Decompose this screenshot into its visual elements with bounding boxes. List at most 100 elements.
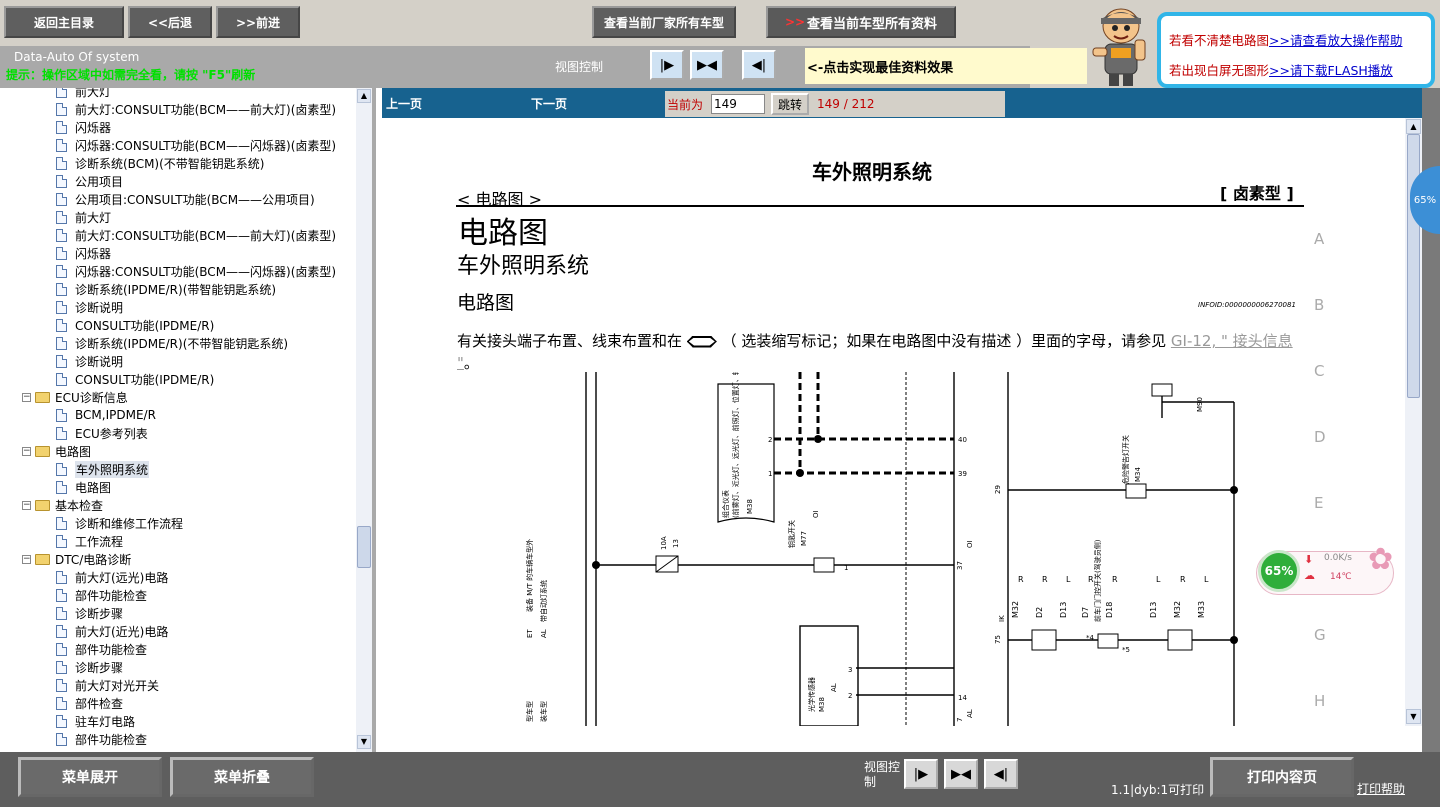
maker-models-button[interactable]: 查看当前厂家所有车型 (592, 6, 736, 38)
tree-item[interactable]: 诊断系统(IPDME/R)(不带智能钥匙系统) (56, 334, 288, 352)
tree-item[interactable]: 前大灯对光开关 (56, 676, 159, 694)
model-all-data-button[interactable]: >> 查看当前车型所有资料 (766, 6, 956, 38)
tree-item[interactable]: 前大灯(远光)电路 (56, 568, 168, 586)
tree-item[interactable]: 闪烁器:CONSULT功能(BCM——闪烁器)(卤素型) (56, 136, 336, 154)
back-button[interactable]: <<后退 (128, 6, 212, 38)
tree-item-label: 诊断步骤 (75, 660, 124, 675)
wire-color-label: L (1066, 575, 1071, 584)
doc-scroll-up-icon[interactable]: ▲ (1406, 119, 1421, 134)
tree-item[interactable]: 诊断系统(IPDME/R)(带智能钥匙系统) (56, 280, 276, 298)
tree-item[interactable]: 车外照明系统 (56, 460, 150, 478)
collapse-icon[interactable]: − (22, 554, 31, 564)
help-line2-text: 若出现白屏无图形 (1169, 63, 1270, 78)
fuse-amp: 10A (660, 536, 668, 550)
tree-item[interactable]: 前大灯(近光)电路 (56, 622, 168, 640)
tree-item[interactable]: 闪烁器:CONSULT功能(BCM——闪烁器)(卤素型) (56, 262, 336, 280)
document-icon (56, 570, 67, 584)
scroll-down-icon[interactable]: ▼ (357, 735, 371, 749)
print-page-button[interactable]: 打印内容页 (1210, 757, 1354, 797)
tree-folder[interactable]: − 基本检查 (22, 496, 103, 514)
print-help-link[interactable]: 打印帮助 (1357, 780, 1405, 797)
next-page-link[interactable]: 下一页 (531, 95, 567, 112)
view-fit-left-button[interactable]: ◀| (742, 50, 776, 80)
tree-item[interactable]: 闪烁器 (56, 118, 111, 136)
tree-folder[interactable]: − 电路图 (22, 442, 91, 460)
option-marker-icon (686, 335, 717, 348)
tree-item[interactable]: 驻车灯电路 (56, 712, 135, 730)
network-monitor-widget[interactable]: 65% ⬇ ☁ 0.0K/s 14℃ ✿ (1256, 545, 1402, 601)
tree-item[interactable]: 部件检查 (56, 694, 123, 712)
tree-item[interactable]: 工作流程 (56, 532, 123, 550)
collapse-icon[interactable]: − (22, 446, 31, 456)
page-number-input[interactable] (711, 94, 766, 114)
jump-button[interactable]: 跳转 (771, 93, 810, 115)
document-icon (56, 714, 67, 728)
document-icon (56, 210, 67, 224)
tree-scroll-thumb[interactable] (357, 526, 371, 568)
document-icon (56, 174, 67, 188)
collapse-icon[interactable]: − (22, 500, 31, 510)
tree-item[interactable]: 诊断步骤 (56, 604, 123, 622)
conn-m38-b: M38 (818, 697, 826, 712)
document-icon (56, 480, 67, 494)
junction-75 (1230, 636, 1238, 644)
prev-page-link[interactable]: 上一页 (386, 95, 422, 112)
tree-item[interactable]: CONSULT功能(IPDME/R) (56, 316, 214, 334)
forward-button[interactable]: >>前进 (216, 6, 300, 38)
tree-item[interactable]: 诊断说明 (56, 352, 123, 370)
tree-folder[interactable]: − ECU诊断信息 (22, 388, 128, 406)
tree-item[interactable]: 诊断步骤 (56, 658, 123, 676)
tree-item[interactable]: 诊断系统(BCM)(不带智能钥匙系统) (56, 154, 264, 172)
wire-color-label: R (1180, 575, 1186, 584)
tree-scrollbar[interactable]: ▲ ▼ (356, 88, 372, 752)
flash-download-link[interactable]: >>请下载FLASH播放 (1269, 63, 1393, 78)
document-viewer: 上一页 下一页 当前为 跳转 149 / 212 车外照明系统 < 电路图 > … (382, 88, 1422, 752)
tree-item-label: 前大灯 (75, 210, 112, 225)
zoom-help-link[interactable]: >>请查看放大操作帮助 (1269, 33, 1402, 48)
menu-collapse-button[interactable]: 菜单折叠 (170, 757, 314, 797)
view-fit-both-button[interactable]: ▶◀ (690, 50, 724, 80)
light-sensor-label: 光学传感器 (807, 677, 816, 712)
cloud-icon: ☁ (1304, 569, 1315, 582)
bottom-view-fit-left-button[interactable]: ◀| (984, 759, 1018, 789)
bottom-view-fit-right-button[interactable]: |▶ (904, 759, 938, 789)
tree-item[interactable]: CONSULT功能(IPDME/R) (56, 370, 214, 388)
home-button[interactable]: 返回主目录 (4, 6, 124, 38)
current-page-label: 当前为 (667, 97, 704, 112)
tree-item[interactable]: 诊断和维修工作流程 (56, 514, 183, 532)
connector-label: D13 (1059, 602, 1068, 618)
door-switch-label: 前车门门控开关(驾驶员侧) (1093, 539, 1102, 622)
tree-item[interactable]: 部件功能检查 (56, 640, 147, 658)
bottom-view-fit-both-button[interactable]: ▶◀ (944, 759, 978, 789)
document-icon (56, 372, 67, 386)
ribbon-bow-icon: ✿ (1368, 542, 1394, 577)
view-fit-right-button[interactable]: |▶ (650, 50, 684, 80)
tree-item[interactable]: 公用项目:CONSULT功能(BCM——公用项目) (56, 190, 315, 208)
bottom-view-control-label: 视图控制 (864, 760, 901, 789)
collapse-icon[interactable]: − (22, 392, 31, 402)
tree-item[interactable]: 前大灯 (56, 88, 111, 100)
tree-item[interactable]: 公用项目 (56, 172, 123, 190)
system-title: Data-Auto Of system (14, 50, 140, 64)
tree-item-label: 闪烁器:CONSULT功能(BCM——闪烁器)(卤素型) (75, 138, 337, 153)
scroll-up-icon[interactable]: ▲ (357, 89, 371, 103)
tree-item[interactable]: 前大灯:CONSULT功能(BCM——前大灯)(卤素型) (56, 100, 336, 118)
tree-item[interactable]: 前大灯:CONSULT功能(BCM——前大灯)(卤素型) (56, 226, 336, 244)
tree-item[interactable]: 部件功能检查 (56, 586, 147, 604)
tree-item[interactable]: ECU参考列表 (56, 424, 148, 442)
doc-scroll-down-icon[interactable]: ▼ (1406, 709, 1421, 724)
document-icon (56, 462, 67, 476)
tree-item[interactable]: 电路图 (56, 478, 111, 496)
tree-item[interactable]: 部件功能检查 (56, 730, 147, 748)
tree-folder[interactable]: − DTC/电路诊断 (22, 550, 131, 568)
tree-item[interactable]: 前大灯 (56, 208, 111, 226)
menu-expand-button[interactable]: 菜单展开 (18, 757, 162, 797)
tree-item[interactable]: 诊断说明 (56, 298, 123, 316)
menu-tree-panel: 前大灯 前大灯:CONSULT功能(BCM——前大灯)(卤素型) 闪烁器 闪烁器:CO… (0, 88, 376, 752)
doc-header-title: 车外照明系统 (812, 160, 932, 184)
tree-item[interactable]: 闪烁器 (56, 244, 111, 262)
tree-item-label: ECU诊断信息 (55, 390, 128, 405)
tree-item[interactable]: BCM,IPDME/R (56, 406, 156, 424)
model-label-1: 型车型 (525, 701, 534, 722)
connector-label: D7 (1081, 607, 1090, 618)
